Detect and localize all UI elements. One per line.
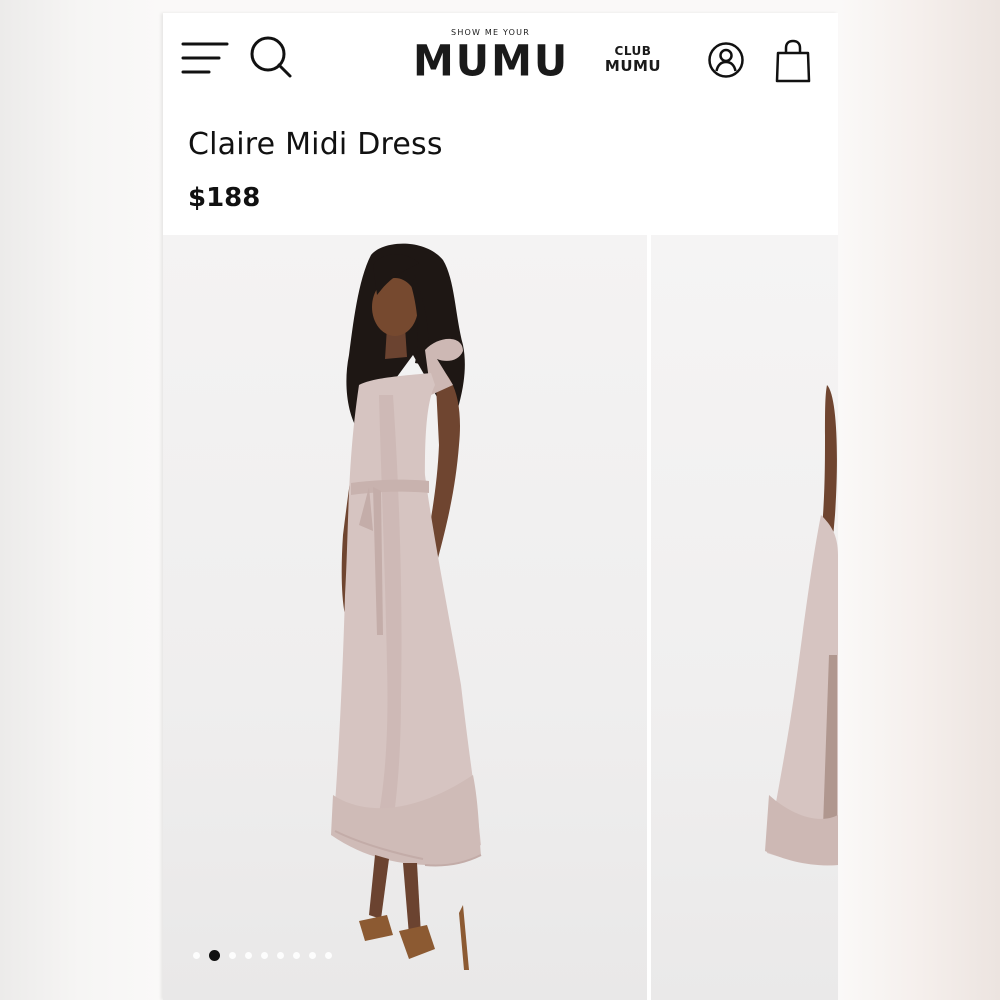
gallery-dot-5[interactable]: [261, 951, 268, 959]
gallery-dot-2[interactable]: [209, 949, 220, 961]
product-image-front[interactable]: [163, 235, 647, 1000]
model-photo-partial: [765, 385, 838, 866]
site-header: SHOW ME YOUR MUMU CLUB MUMU: [163, 13, 838, 113]
gallery-dot-1[interactable]: [193, 951, 200, 959]
gallery-pagination: [193, 948, 332, 962]
gallery-dot-4[interactable]: [245, 951, 252, 959]
gallery-dot-9[interactable]: [325, 951, 332, 959]
gallery-dot-7[interactable]: [293, 951, 300, 959]
search-icon[interactable]: [249, 35, 293, 79]
account-icon[interactable]: [707, 41, 745, 79]
gallery-dot-3[interactable]: [229, 951, 236, 959]
club-mumu-link[interactable]: CLUB MUMU: [600, 44, 666, 75]
product-image-side[interactable]: [651, 235, 838, 1000]
product-page: SHOW ME YOUR MUMU CLUB MUMU Claire Midi …: [163, 13, 838, 1000]
product-title: Claire Midi Dress: [188, 127, 443, 162]
menu-icon[interactable]: [181, 41, 229, 75]
product-gallery[interactable]: [163, 235, 838, 1000]
product-price: $188: [188, 183, 261, 213]
club-label: CLUB: [614, 44, 652, 58]
bag-icon[interactable]: [775, 39, 811, 83]
model-photo: [331, 243, 482, 970]
club-brand: MUMU: [604, 57, 662, 75]
logo-wordmark: MUMU: [413, 35, 570, 87]
gallery-dot-6[interactable]: [277, 951, 284, 959]
site-logo[interactable]: SHOW ME YOUR MUMU: [413, 27, 570, 87]
gallery-dot-8[interactable]: [309, 951, 316, 959]
